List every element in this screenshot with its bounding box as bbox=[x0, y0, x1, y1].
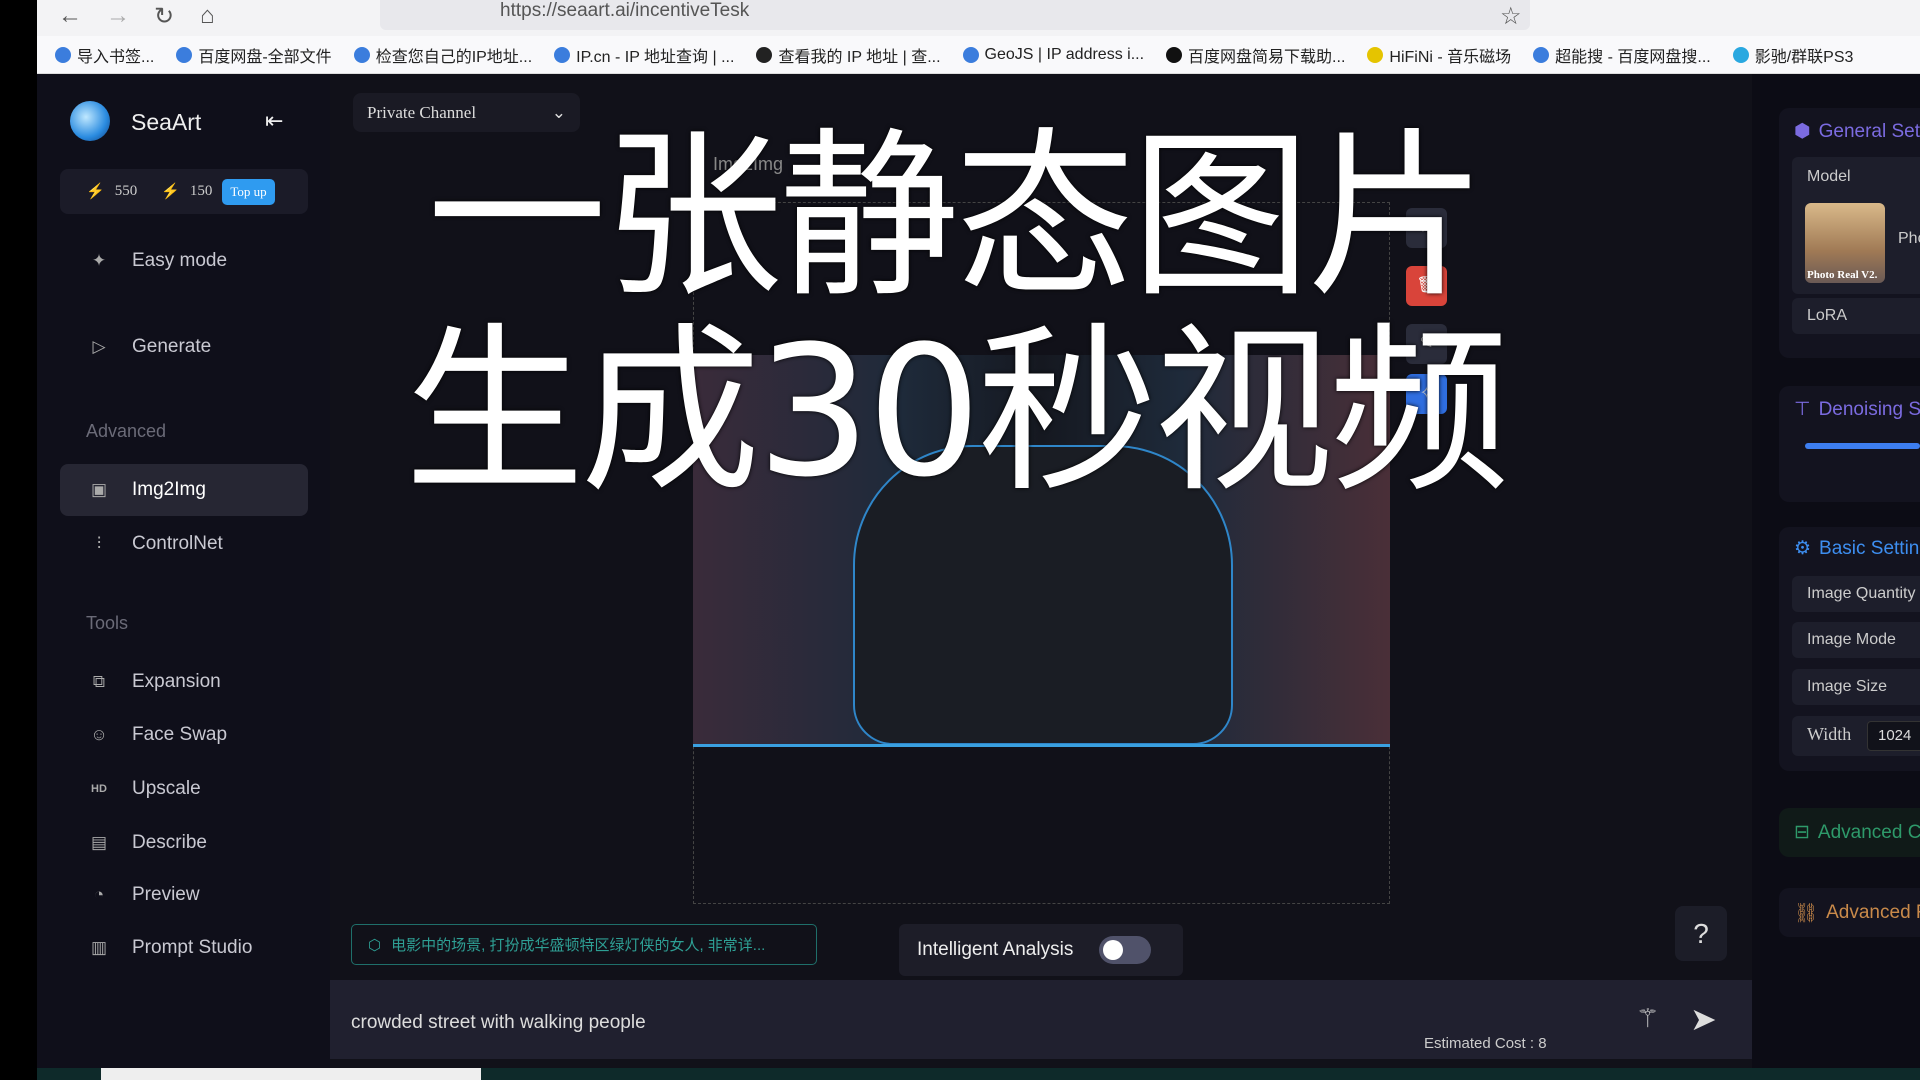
preview-icon: ◔ bbox=[93, 885, 105, 904]
stamina-icon: ⚡ bbox=[86, 184, 105, 200]
cube-icon: ⬡ bbox=[368, 936, 382, 954]
list-icon: ⊟ bbox=[1794, 822, 1810, 843]
sidebar-item-upscale[interactable]: HD Upscale bbox=[60, 763, 308, 815]
screen-edge bbox=[0, 0, 37, 1080]
sidebar-item-prompt-studio[interactable]: ▥ Prompt Studio bbox=[60, 922, 308, 974]
bookmark[interactable]: HiFiNi - 音乐磁场 bbox=[1367, 43, 1511, 67]
sidebar-item-img2img[interactable]: ▣ Img2Img bbox=[60, 464, 308, 516]
intelligent-analysis-toggle[interactable] bbox=[1099, 936, 1152, 964]
reload-icon[interactable]: ↻ bbox=[154, 2, 174, 31]
magic-wand-icon[interactable]: ⚚ bbox=[1636, 1003, 1659, 1034]
play-icon: ▷ bbox=[92, 337, 106, 356]
denoising-slider[interactable] bbox=[1805, 443, 1920, 449]
sidebar-item-easy-mode[interactable]: ✦ Easy mode bbox=[60, 235, 308, 287]
help-button[interactable]: ? bbox=[1675, 906, 1727, 961]
advanced-config-panel[interactable]: ⊟Advanced Config bbox=[1779, 808, 1920, 857]
section-tools: Tools bbox=[86, 613, 129, 633]
energy-count: 150 bbox=[189, 183, 213, 199]
collapse-sidebar-icon[interactable]: ⇤ bbox=[265, 108, 283, 134]
forward-icon[interactable]: → bbox=[106, 2, 130, 30]
bookmark-star-icon[interactable]: ☆ bbox=[1500, 2, 1522, 31]
lora-selector[interactable]: LoRA bbox=[1792, 298, 1920, 334]
section-advanced: Advanced bbox=[86, 421, 167, 441]
overlay-line-1: 一张静态图片 bbox=[426, 113, 1487, 322]
estimated-cost: Estimated Cost : 8 bbox=[1424, 1035, 1547, 1052]
sidebar-item-controlnet[interactable]: ⫶ ControlNet bbox=[60, 518, 308, 570]
book-icon: ▤ bbox=[90, 833, 108, 852]
energy-icon: ⚡ bbox=[161, 184, 180, 200]
sidebar-item-describe[interactable]: ▤ Describe bbox=[60, 817, 308, 869]
bookmarks-bar: 导入书签... 百度网盘-全部文件 检查您自己的IP地址... IP.cn - … bbox=[37, 36, 1920, 74]
sliders-icon: ⫶ bbox=[96, 534, 102, 553]
stamina-count: 550 bbox=[114, 183, 138, 199]
bookmark[interactable]: 百度网盘简易下载助... bbox=[1166, 43, 1345, 67]
taskbar bbox=[37, 1068, 1920, 1080]
brush-icon: ⊤ bbox=[1794, 399, 1811, 420]
bookmark[interactable]: 检查您自己的IP地址... bbox=[353, 43, 532, 67]
url-text: https://seaart.ai/incentiveTesk bbox=[500, 0, 750, 21]
image-icon: ▣ bbox=[90, 480, 108, 499]
bookmark[interactable]: 导入书签... bbox=[55, 43, 154, 67]
sidebar-item-expansion[interactable]: ⧉ Expansion bbox=[60, 656, 308, 708]
credits-box: ⚡ 550 ⚡ 150 Top up bbox=[60, 169, 308, 214]
model-name: Photo Real V2 bbox=[1898, 230, 1920, 247]
width-input[interactable]: 1024 bbox=[1867, 721, 1920, 751]
bookmark[interactable]: 查看我的 IP 地址 | 查... bbox=[756, 43, 941, 67]
brand-name: SeaArt bbox=[131, 109, 202, 135]
send-icon[interactable]: ➤ bbox=[1690, 1000, 1717, 1038]
studio-icon: ▥ bbox=[90, 938, 108, 957]
sidebar-item-generate[interactable]: ▷ Generate bbox=[60, 321, 308, 373]
hd-icon: HD bbox=[91, 783, 107, 795]
cube-icon: ⬢ bbox=[1794, 121, 1811, 142]
bookmark[interactable]: 影驰/群联PS3 bbox=[1732, 43, 1853, 67]
overlay-line-2: 生成30秒视频 bbox=[404, 308, 1509, 517]
sidebar-item-preview[interactable]: ◔ Preview bbox=[60, 869, 308, 921]
image-quantity-row[interactable]: Image Quantity bbox=[1792, 576, 1920, 612]
back-icon[interactable]: ← bbox=[58, 2, 82, 30]
sparkle-icon: ✦ bbox=[91, 251, 107, 270]
top-up-button[interactable]: Top up bbox=[222, 178, 275, 205]
denoising-panel: ⊤Denoising Strength bbox=[1779, 386, 1920, 502]
advanced-features-panel[interactable]: ⛓Advanced Features bbox=[1779, 888, 1920, 937]
prompt-suggestion[interactable]: ⬡ 电影中的场景, 打扮成华盛顿特区绿灯侠的女人, 非常详... bbox=[351, 924, 817, 965]
prompt-text: crowded street with walking people bbox=[351, 1012, 646, 1033]
address-bar[interactable]: https://seaart.ai/incentiveTesk bbox=[380, 0, 1530, 30]
image-size-row[interactable]: Image Size bbox=[1792, 669, 1920, 705]
model-thumbnail: Photo Real V2. bbox=[1805, 203, 1885, 283]
link-icon: ⛓ bbox=[1794, 903, 1819, 924]
image-mode-row[interactable]: Image Mode bbox=[1792, 622, 1920, 658]
home-icon[interactable]: ⌂ bbox=[200, 2, 215, 30]
gear-icon: ⚙ bbox=[1794, 538, 1812, 559]
intelligent-analysis: Intelligent Analysis bbox=[899, 924, 1183, 976]
sidebar-item-face-swap[interactable]: ☺ Face Swap bbox=[60, 709, 308, 761]
face-icon: ☺ bbox=[90, 725, 108, 744]
expand-icon: ⧉ bbox=[92, 672, 106, 691]
seaart-logo bbox=[70, 101, 110, 141]
bookmark[interactable]: IP.cn - IP 地址查询 | ... bbox=[554, 43, 734, 67]
bookmark[interactable]: GeoJS | IP address i... bbox=[962, 46, 1144, 64]
bookmark[interactable]: 超能搜 - 百度网盘搜... bbox=[1533, 43, 1711, 67]
video-title-overlay: 一张静态图片 生成30秒视频 bbox=[330, 120, 1580, 510]
bookmark[interactable]: 百度网盘-全部文件 bbox=[176, 43, 332, 67]
